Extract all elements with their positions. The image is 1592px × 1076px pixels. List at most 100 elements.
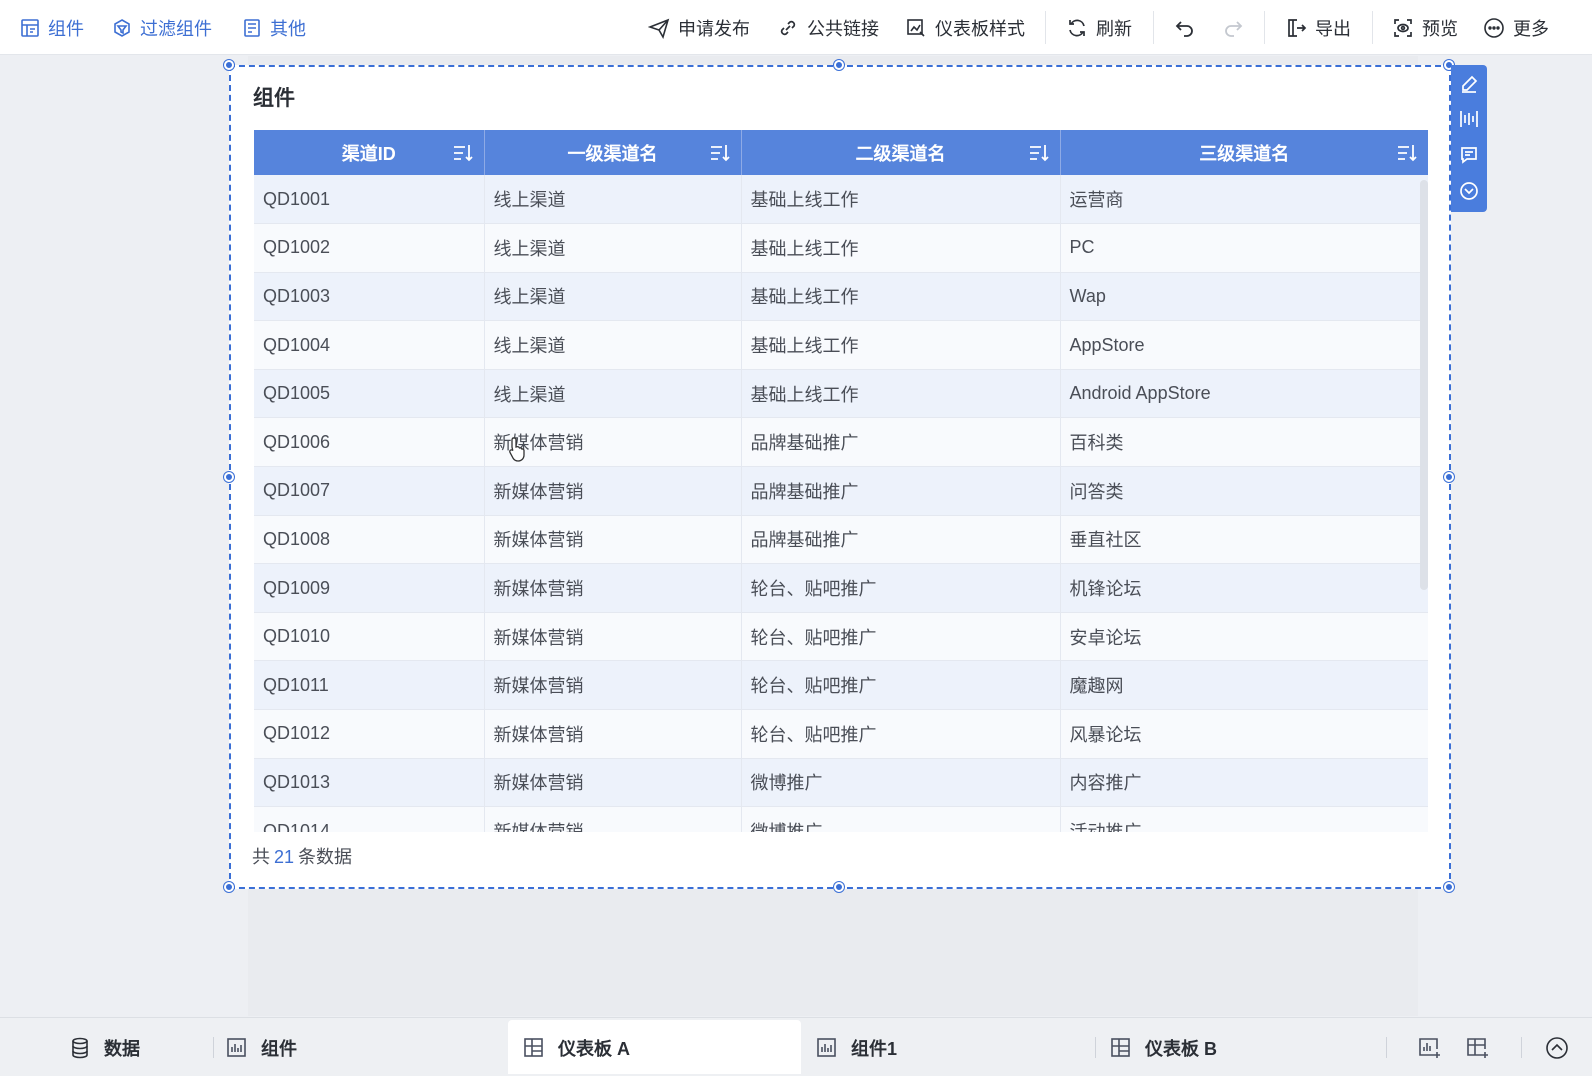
table-cell: 线上渠道 [484, 369, 742, 419]
redo-button[interactable] [1222, 0, 1244, 55]
tab-dashboard-a[interactable]: 仪表板 A [523, 1018, 630, 1076]
export-label: 导出 [1315, 18, 1351, 39]
apply-publish-label: 申请发布 [678, 18, 750, 39]
table-row[interactable]: QD1013 新媒体营销 微博推广 内容推广 [254, 758, 1428, 808]
table-cell: 轮台、贴吧推广 [741, 612, 1061, 662]
public-link-button[interactable]: 公共链接 [777, 0, 879, 55]
table-row[interactable]: QD1007 新媒体营销 品牌基础推广 问答类 [254, 466, 1428, 516]
resize-handle-bottom[interactable] [834, 882, 844, 892]
table-cell: 新媒体营销 [484, 758, 742, 808]
filter-component-icon [114, 18, 130, 37]
refresh-button[interactable]: 刷新 [1066, 0, 1132, 55]
dashboard-style-icon [907, 18, 925, 37]
sort-icon[interactable] [1396, 142, 1418, 164]
dashboard-style-button[interactable]: 仪表板样式 [905, 0, 1025, 55]
table-row[interactable]: QD1004 线上渠道 基础上线工作 AppStore [254, 320, 1428, 370]
table-cell: 新媒体营销 [484, 515, 742, 565]
table-widget[interactable]: 组件 渠道ID 一级渠道名 二级渠道名 三级渠道名 QD1001 线上渠道 基础上线… [224, 60, 1454, 892]
table-cell: PC [1060, 223, 1428, 273]
tab-divider [213, 1037, 214, 1058]
toolbar-divider [1153, 11, 1154, 44]
table-row[interactable]: QD1001 线上渠道 基础上线工作 运营商 [254, 175, 1428, 225]
table-cell: 品牌基础推广 [741, 515, 1061, 565]
tab-component[interactable]: 组件 [226, 1018, 297, 1076]
column-header[interactable]: 三级渠道名 [1060, 130, 1428, 175]
top-toolbar: 组件 过滤组件 其他 申请发布 公共链接 仪表板样式 刷新 导出 预览 更多 [0, 0, 1592, 55]
table-cell: 微博推广 [741, 806, 1061, 832]
add-component-button[interactable] [1418, 1018, 1442, 1076]
undo-button[interactable] [1174, 0, 1196, 55]
sort-icon[interactable] [709, 142, 731, 164]
other-icon [244, 18, 260, 37]
table-row[interactable]: QD1003 线上渠道 基础上线工作 Wap [254, 272, 1428, 322]
column-header[interactable]: 渠道ID [254, 130, 485, 175]
tab-component1[interactable]: 组件1 [816, 1018, 897, 1076]
edit-icon[interactable] [1459, 74, 1479, 94]
table-cell: 新媒体营销 [484, 660, 742, 711]
expand-tabs-button[interactable] [1545, 1018, 1569, 1076]
table-cell: 机锋论坛 [1060, 563, 1428, 613]
public-link-label: 公共链接 [807, 18, 879, 39]
table-cell: QD1009 [254, 563, 485, 613]
resize-handle-bottom-left[interactable] [224, 882, 234, 892]
resize-handle-left[interactable] [224, 472, 234, 482]
component-menu-button[interactable]: 组件 [20, 0, 84, 55]
table-row[interactable]: QD1008 新媒体营销 品牌基础推广 垂直社区 [254, 515, 1428, 565]
column-header[interactable]: 一级渠道名 [484, 130, 742, 175]
comment-icon[interactable] [1459, 145, 1479, 165]
table-cell: QD1006 [254, 417, 485, 468]
other-menu-button[interactable]: 其他 [242, 0, 306, 55]
column-header-label: 二级渠道名 [855, 143, 946, 164]
table-cell: 风暴论坛 [1060, 709, 1428, 759]
tab-divider [1095, 1037, 1096, 1058]
tab-data[interactable]: 数据 [70, 1018, 140, 1076]
hand-cursor-icon [509, 437, 525, 462]
table-body: QD1001 线上渠道 基础上线工作 运营商 QD1002 线上渠道 基础上线工作 PC QD1… [254, 175, 1428, 832]
tab-dashboard-b[interactable]: 仪表板 B [1110, 1018, 1217, 1076]
table-row[interactable]: QD1002 线上渠道 基础上线工作 PC [254, 223, 1428, 273]
table-cell: 基础上线工作 [741, 320, 1061, 370]
sort-icon[interactable] [452, 142, 474, 164]
tab-data-label: 数据 [104, 1038, 140, 1059]
more-button[interactable]: 更多 [1483, 0, 1549, 55]
table-cell: 基础上线工作 [741, 369, 1061, 419]
align-icon[interactable] [1459, 109, 1479, 129]
resize-handle-top[interactable] [834, 60, 844, 70]
table-header-row: 渠道ID 一级渠道名 二级渠道名 三级渠道名 [254, 130, 1428, 175]
table-cell: 新媒体营销 [484, 466, 742, 516]
preview-button[interactable]: 预览 [1392, 0, 1458, 55]
collapse-icon[interactable] [1459, 181, 1479, 201]
resize-handle-bottom-right[interactable] [1444, 882, 1454, 892]
table-cell: QD1008 [254, 515, 485, 565]
redo-icon [1225, 20, 1243, 37]
column-header-label: 渠道ID [341, 143, 396, 164]
table-row[interactable]: QD1010 新媒体营销 轮台、贴吧推广 安卓论坛 [254, 612, 1428, 662]
add-dashboard-button[interactable] [1466, 1018, 1490, 1076]
sort-icon[interactable] [1028, 142, 1050, 164]
column-header-label: 三级渠道名 [1199, 143, 1290, 164]
table-cell: QD1003 [254, 272, 485, 322]
resize-handle-right[interactable] [1444, 472, 1454, 482]
tab-component1-label: 组件1 [851, 1038, 898, 1059]
table-row[interactable]: QD1012 新媒体营销 轮台、贴吧推广 风暴论坛 [254, 709, 1428, 759]
table-row[interactable]: QD1006 新媒体营销 品牌基础推广 百科类 [254, 417, 1428, 468]
filter-component-button[interactable]: 过滤组件 [112, 0, 212, 55]
export-button[interactable]: 导出 [1285, 0, 1351, 55]
add-chart-icon [1419, 1037, 1440, 1058]
table-cell: QD1005 [254, 369, 485, 419]
vertical-scrollbar[interactable] [1420, 180, 1428, 590]
column-header[interactable]: 二级渠道名 [741, 130, 1061, 175]
table-row[interactable]: QD1005 线上渠道 基础上线工作 Android AppStore [254, 369, 1428, 419]
component-menu-label: 组件 [48, 18, 84, 39]
table-cell: 基础上线工作 [741, 175, 1061, 225]
refresh-label: 刷新 [1096, 18, 1132, 39]
toolbar-divider [1264, 11, 1265, 44]
table-row[interactable]: QD1009 新媒体营销 轮台、贴吧推广 机锋论坛 [254, 563, 1428, 613]
dashboard-icon [524, 1038, 543, 1057]
apply-publish-button[interactable]: 申请发布 [648, 0, 750, 55]
table-row[interactable]: QD1011 新媒体营销 轮台、贴吧推广 魔趣网 [254, 660, 1428, 711]
refresh-icon [1069, 19, 1085, 36]
dashboard-icon [1111, 1038, 1130, 1057]
table-row[interactable]: QD1014新媒体营销微博推广活动推广 [254, 806, 1428, 832]
resize-handle-top-left[interactable] [224, 60, 234, 70]
